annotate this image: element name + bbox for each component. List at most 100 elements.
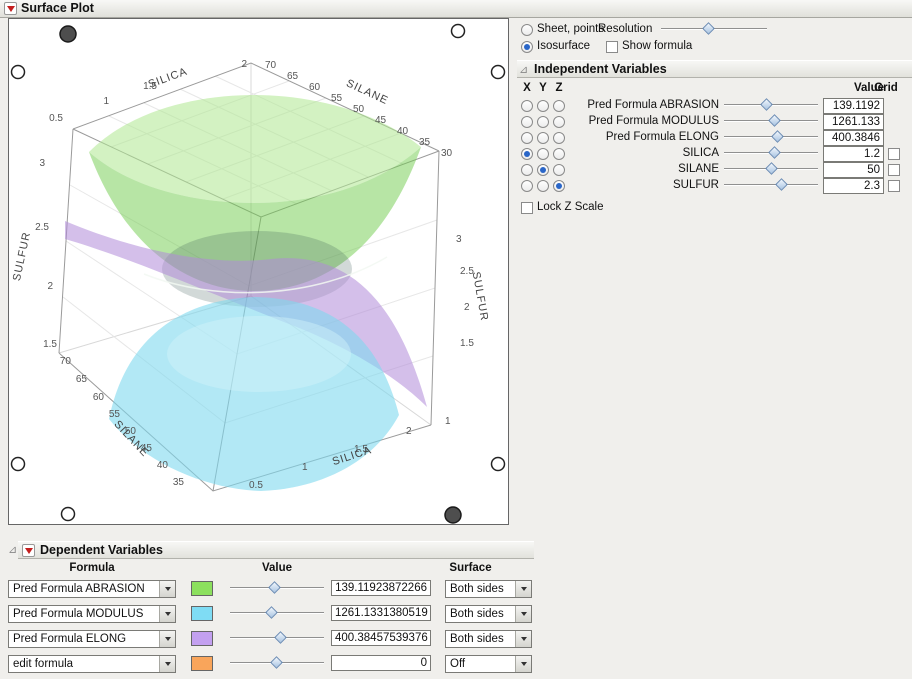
slider-thumb[interactable] xyxy=(760,98,773,111)
tick-label: 2 xyxy=(241,59,247,70)
dropdown-button[interactable] xyxy=(159,581,175,597)
value-input[interactable]: 400.3846 xyxy=(823,130,884,146)
value-slider[interactable] xyxy=(722,114,820,128)
z-axis-radio[interactable] xyxy=(553,132,565,144)
dropdown-button[interactable] xyxy=(159,656,175,672)
value-input[interactable]: 50 xyxy=(823,162,884,178)
rotate-handle-bottom-right-active[interactable] xyxy=(444,506,462,524)
x-axis-radio[interactable] xyxy=(521,132,533,144)
z-axis-radio[interactable] xyxy=(553,148,565,160)
x-axis-radio[interactable] xyxy=(521,164,533,176)
z-axis-radio[interactable] xyxy=(553,164,565,176)
formula-dropdown[interactable]: Pred Formula MODULUS xyxy=(8,605,176,623)
rotate-handle-left-upper[interactable] xyxy=(10,64,26,80)
rotate-handle-top-left-active[interactable] xyxy=(59,25,77,43)
slider-thumb[interactable] xyxy=(765,162,778,175)
grid-checkbox[interactable] xyxy=(888,180,900,192)
lock-z-scale-checkbox[interactable] xyxy=(521,202,533,214)
rotate-handle-bottom-left[interactable] xyxy=(60,506,76,522)
surface-style-dropdown[interactable]: Off xyxy=(445,655,532,673)
rotate-handle-top-right[interactable] xyxy=(450,23,466,39)
z-axis-radio[interactable] xyxy=(553,116,565,128)
surface-color-swatch[interactable] xyxy=(191,631,213,646)
rotate-handle-left-lower[interactable] xyxy=(10,456,26,472)
disclosure-triangle-icon[interactable]: ⊿ xyxy=(519,63,528,76)
surface-style-dropdown[interactable]: Both sides xyxy=(445,605,532,623)
dropdown-button[interactable] xyxy=(515,656,531,672)
value-slider[interactable] xyxy=(228,606,326,620)
value-slider[interactable] xyxy=(228,631,326,645)
resolution-slider-thumb[interactable] xyxy=(701,22,715,35)
y-axis-radio[interactable] xyxy=(537,180,549,192)
rotate-handle-right-lower[interactable] xyxy=(490,456,506,472)
surface-plot-canvas[interactable]: 0.5 1 1.5 2 70 65 60 55 50 45 40 35 30 3… xyxy=(9,19,508,524)
y-axis-radio[interactable] xyxy=(537,100,549,112)
dropdown-button[interactable] xyxy=(515,606,531,622)
y-axis-radio[interactable] xyxy=(537,132,549,144)
surface-style-dropdown[interactable]: Both sides xyxy=(445,630,532,648)
slider-thumb[interactable] xyxy=(270,656,283,669)
page-title: Surface Plot xyxy=(21,1,94,15)
x-axis-radio[interactable] xyxy=(521,116,533,128)
slider-thumb[interactable] xyxy=(774,178,788,191)
tick-label: 1 xyxy=(103,96,109,107)
rotate-handle-right-upper[interactable] xyxy=(490,64,506,80)
formula-dropdown[interactable]: edit formula xyxy=(8,655,176,673)
formula-dropdown[interactable]: Pred Formula ABRASION xyxy=(8,580,176,598)
z-axis-radio[interactable] xyxy=(553,100,565,112)
red-triangle-menu-button[interactable] xyxy=(4,2,17,15)
dropdown-button[interactable] xyxy=(159,631,175,647)
value-input[interactable]: 0 xyxy=(331,655,431,671)
value-input[interactable]: 400.38457539376 xyxy=(331,630,431,646)
value-input[interactable]: 1261.133 xyxy=(823,114,884,130)
surface-color-swatch[interactable] xyxy=(191,581,213,596)
y-axis-radio[interactable] xyxy=(537,148,549,160)
value-input[interactable]: 1261.1331380519 xyxy=(331,605,431,621)
value-input[interactable]: 2.3 xyxy=(823,178,884,194)
slider-thumb[interactable] xyxy=(268,581,281,594)
disclosure-triangle-icon[interactable]: ⊿ xyxy=(8,543,17,556)
axis-title-sulfur-left: SULFUR xyxy=(11,231,33,282)
show-formula-checkbox[interactable] xyxy=(606,41,618,53)
value-input[interactable]: 139.11923872266 xyxy=(331,580,431,596)
value-slider[interactable] xyxy=(228,581,326,595)
surface-color-swatch[interactable] xyxy=(191,606,213,621)
value-slider[interactable] xyxy=(722,98,820,112)
z-axis-radio[interactable] xyxy=(553,180,565,192)
value-input[interactable]: 1.2 xyxy=(823,146,884,162)
sheet-points-radio[interactable] xyxy=(521,24,533,36)
dependent-variables-header[interactable]: Dependent Variables xyxy=(18,541,534,559)
slider-thumb[interactable] xyxy=(768,114,781,127)
value-slider[interactable] xyxy=(722,146,820,160)
x-axis-radio[interactable] xyxy=(521,180,533,192)
dropdown-button[interactable] xyxy=(515,581,531,597)
grid-checkbox[interactable] xyxy=(888,164,900,176)
tick-label: 70 xyxy=(60,356,72,367)
grid-checkbox[interactable] xyxy=(888,148,900,160)
dependent-row-modulus: Pred Formula MODULUS 1261.1331380519 Bot… xyxy=(8,605,534,624)
surface-style-dropdown[interactable]: Both sides xyxy=(445,580,532,598)
slider-thumb[interactable] xyxy=(274,631,287,644)
tick-label: 30 xyxy=(441,148,453,159)
slider-thumb[interactable] xyxy=(770,130,784,143)
x-axis-radio[interactable] xyxy=(521,100,533,112)
formula-dropdown[interactable]: Pred Formula ELONG xyxy=(8,630,176,648)
dropdown-button[interactable] xyxy=(159,606,175,622)
resolution-slider[interactable] xyxy=(659,22,769,36)
y-axis-radio[interactable] xyxy=(537,164,549,176)
value-slider[interactable] xyxy=(228,656,326,670)
red-triangle-menu-button[interactable] xyxy=(22,544,35,557)
isosurface-radio[interactable] xyxy=(521,41,533,53)
slider-thumb[interactable] xyxy=(265,606,278,619)
x-axis-radio[interactable] xyxy=(521,148,533,160)
axis-title-silane-top: SILANE xyxy=(344,77,390,107)
value-input[interactable]: 139.1192 xyxy=(823,98,884,114)
independent-variables-header[interactable]: ⊿ Independent Variables xyxy=(517,60,912,78)
dropdown-button[interactable] xyxy=(515,631,531,647)
value-slider[interactable] xyxy=(722,162,820,176)
surface-color-swatch[interactable] xyxy=(191,656,213,671)
value-slider[interactable] xyxy=(722,130,820,144)
value-slider[interactable] xyxy=(722,178,820,192)
slider-thumb[interactable] xyxy=(768,146,781,159)
y-axis-radio[interactable] xyxy=(537,116,549,128)
